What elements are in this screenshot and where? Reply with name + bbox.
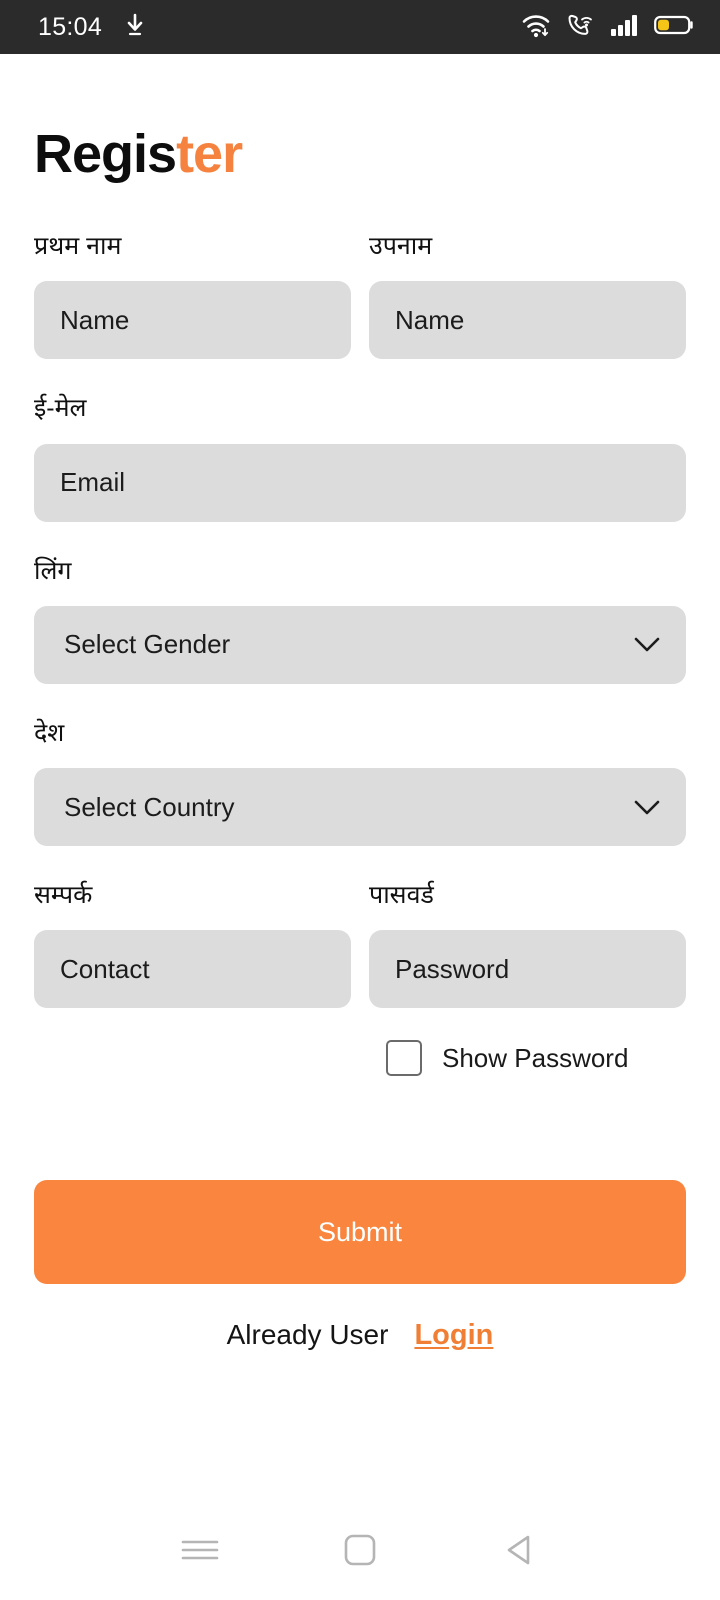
email-input[interactable] [34, 443, 686, 522]
name-row: प्रथम नाम उपनाम [34, 231, 686, 360]
page-title-accent: ter [176, 124, 243, 184]
first-name-group: प्रथम नाम [34, 231, 351, 360]
status-bar-left: 15:04 [38, 13, 146, 42]
download-arrow-icon [124, 13, 146, 42]
email-label: ई-मेल [34, 394, 87, 423]
contact-group: सम्पर्क [34, 880, 351, 1009]
phone-screen: 15:04 Register प्रथम नाम Name उपनाम Name… [0, 0, 720, 1600]
last-name-input[interactable] [369, 281, 686, 360]
contact-input[interactable] [34, 930, 351, 1009]
show-password-checkbox[interactable] [386, 1040, 422, 1077]
back-triangle-icon [503, 1533, 537, 1572]
country-select-value: Select Country [64, 791, 235, 822]
gender-group: लिंग Select Gender [34, 556, 686, 684]
back-button[interactable] [485, 1517, 555, 1587]
show-password-label: Show Password [442, 1042, 629, 1073]
page-title: Register [34, 127, 686, 181]
gender-select-value: Select Gender [64, 629, 231, 660]
country-label: देश [34, 718, 65, 747]
status-bar: 15:04 [0, 0, 720, 54]
submit-button[interactable]: Submit [34, 1180, 686, 1285]
login-link[interactable]: Login [414, 1319, 493, 1352]
already-user-text: Already User [226, 1319, 389, 1351]
wifi-calling-icon [566, 12, 594, 43]
password-input[interactable] [369, 930, 686, 1009]
register-form-container: Register प्रथम नाम उपनाम ई-मेल लि [0, 54, 720, 1504]
country-select[interactable]: Select Country [34, 768, 686, 846]
contact-password-row: सम्पर्क पासवर्ड [34, 880, 686, 1009]
menu-recents-icon [179, 1535, 221, 1570]
android-navigation-bar [0, 1504, 720, 1600]
cellular-signal-icon [609, 12, 639, 43]
login-prompt-row: Already User Login [34, 1319, 686, 1352]
chevron-down-icon [634, 629, 660, 660]
country-group: देश Select Country [34, 718, 686, 846]
home-square-icon [343, 1533, 377, 1572]
gender-select[interactable]: Select Gender [34, 605, 686, 684]
show-password-row[interactable]: Show Password [34, 1040, 686, 1077]
gender-label: लिंग [34, 556, 72, 585]
home-button[interactable] [325, 1517, 395, 1587]
chevron-down-icon [634, 792, 660, 823]
wifi-icon [521, 12, 551, 43]
recents-button[interactable] [165, 1517, 235, 1587]
page-title-primary: Regis [34, 124, 177, 184]
password-label: पासवर्ड [369, 881, 434, 909]
battery-low-icon [654, 13, 694, 42]
first-name-label: प्रथम नाम [34, 232, 122, 260]
last-name-group: उपनाम [369, 231, 686, 360]
first-name-input[interactable] [34, 281, 351, 360]
contact-label: सम्पर्क [34, 881, 93, 909]
password-group: पासवर्ड [369, 880, 686, 1009]
status-bar-right [521, 12, 694, 43]
last-name-label: उपनाम [369, 232, 433, 260]
status-clock: 15:04 [38, 12, 103, 41]
email-group: ई-मेल [34, 393, 686, 522]
